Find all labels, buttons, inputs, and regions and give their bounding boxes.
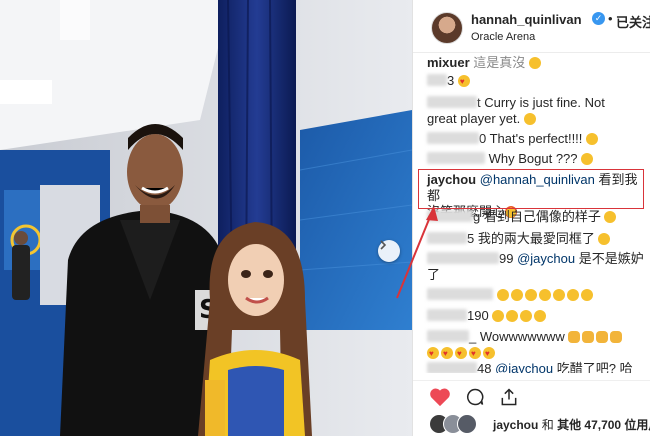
post-actions-bar [413,380,650,411]
highlight-box [418,169,644,209]
grin-emoji-icon [538,289,551,301]
post-location[interactable]: Oracle Arena [471,31,535,43]
comment-text: 3 [447,73,455,88]
blurred-username [427,252,499,264]
following-button[interactable]: 已关注 [616,12,650,31]
comment-text: 了 [427,267,441,282]
liker-username[interactable]: jaychou [493,418,538,432]
comment-mention[interactable]: @jaychou [517,251,575,266]
header-separator: • [608,11,613,26]
blurred-username [427,74,447,86]
comment-text: t Curry is just fine. Not [477,95,605,110]
grin-emoji-icon [566,289,579,301]
clap-emoji-icon [568,331,581,343]
blurred-username [427,309,467,321]
likes-count[interactable]: 其他 47,700 位用户 [557,418,650,432]
grin-emoji-icon [580,289,593,301]
rofl-emoji-icon [506,310,519,322]
rofl-emoji-icon [492,310,505,322]
comment-row: mixuer 這是真沒 [427,55,645,71]
scream-emoji-icon [586,133,599,145]
comment-text: 48 [477,361,492,373]
comment-text: Why Bogut ??? [488,151,578,166]
comment-row: t Curry is just fine. Not great player y… [427,95,645,127]
blurred-username [427,232,467,244]
blurred-username [427,362,477,373]
author-avatar[interactable] [431,12,463,44]
heart-eyes-emoji-icon [427,346,439,362]
comment-text: g 看到自己偶像的样子 [473,209,601,224]
comment-text: _ Wowwwwwww [469,329,565,344]
comment-row: _ Wowwwwwww [427,329,645,362]
comment-row: Why Bogut ??? [427,151,645,167]
clap-emoji-icon [582,331,595,343]
author-username[interactable]: hannah_quinlivan [471,12,582,27]
likes-connector: 和 [541,418,554,432]
heart-eyes-emoji-icon [455,346,467,362]
likes-text: jaychou 和 其他 47,700 位用户 [493,416,650,433]
heart-eyes-emoji-icon [457,74,470,90]
comment-row: 190 [427,308,645,324]
comment-text: great player yet. [427,111,521,126]
post-header: hannah_quinlivan ✓ • 已关注 Oracle Arena [413,0,650,53]
verified-badge-icon: ✓ [592,12,605,25]
comment-row: 3 [427,73,645,90]
grin-emoji-icon [552,289,565,301]
comment-text: 是不是嫉妒 [578,251,644,266]
share-icon[interactable] [499,387,519,407]
clap-emoji-icon [610,331,623,343]
heart-eyes-emoji-icon [483,346,495,362]
smile-emoji-icon [604,211,617,223]
next-photo-button[interactable] [378,240,400,262]
comment-row: g 看到自己偶像的样子 [427,209,645,225]
grin-emoji-icon [510,289,523,301]
comment-row: 48 @jaychou 吃醋了吧? 哈 [427,361,645,373]
comments-list: mixuer 這是真沒 3 t Curry is just fine. Not … [413,53,650,373]
grin-emoji-icon [524,289,537,301]
blurred-username [427,330,469,342]
blurred-username [427,288,493,300]
blurred-username [427,132,479,144]
blurred-username [427,210,473,222]
comment-text: 這是真沒 [473,55,526,70]
comment-row [427,287,645,303]
blurred-username [427,152,485,164]
comment-row: 99 @jaychou 是不是嫉妒 了 [427,251,645,283]
comment-text: 吃醋了吧? 哈 [556,361,633,373]
post-photo: S [0,0,412,436]
comment-text: 5 我的兩大最愛同框了 [467,231,595,246]
comment-text: 99 [499,251,514,266]
grin-emoji-icon [528,57,541,69]
heart-eyes-emoji-icon [441,346,453,362]
grin-emoji-icon [581,153,594,165]
clap-emoji-icon [596,331,609,343]
chevron-right-icon [380,240,387,250]
heart-eyes-emoji-icon [469,346,481,362]
comment-text: 190 [467,308,489,323]
photo-illustration: S [0,0,412,436]
grin-emoji-icon [496,289,509,301]
comment-icon[interactable] [465,387,485,407]
comment-username[interactable]: mixuer [427,55,470,70]
blurred-username [427,96,477,108]
likes-summary: jaychou 和 其他 47,700 位用户 [413,410,650,436]
comment-row: 0 That's perfect!!!! [427,131,645,147]
comment-text: 0 That's perfect!!!! [479,131,583,146]
liker-avatar[interactable] [457,414,477,434]
post-sidebar: hannah_quinlivan ✓ • 已关注 Oracle Arena mi… [412,0,650,436]
heart-icon[interactable] [429,387,451,407]
rofl-emoji-icon [534,310,547,322]
comment-row: 5 我的兩大最愛同框了 [427,231,645,247]
comment-mention[interactable]: @jaychou [495,361,553,373]
rofl-emoji-icon [520,310,533,322]
grin-emoji-icon [523,113,536,125]
rofl-emoji-icon [598,233,611,245]
